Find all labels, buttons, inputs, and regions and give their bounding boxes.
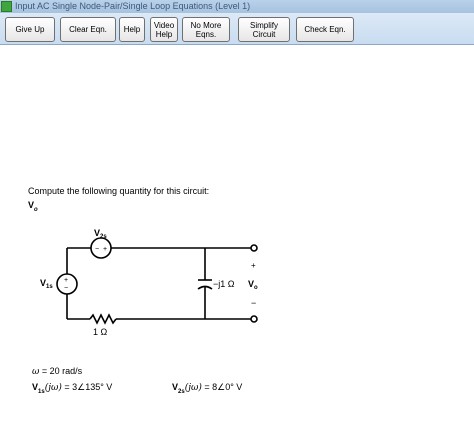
output-label: Vo — [248, 279, 258, 291]
source-2-name: V2s — [172, 382, 185, 395]
resistor-symbol — [89, 313, 117, 325]
source-2-minus-mark: − — [95, 246, 99, 253]
toolbar: Give Up Clear Eqn. Help Video Help No Mo… — [0, 13, 474, 45]
source-2-arg: (jω) — [184, 383, 202, 393]
output-plus-sign: + — [251, 261, 256, 270]
title-bar: Input AC Single Node-Pair/Single Loop Eq… — [0, 0, 474, 13]
simplify-circuit-button[interactable]: Simplify Circuit — [238, 17, 290, 42]
output-terminal-top — [250, 244, 258, 252]
omega-value-text: = 20 rad/s — [39, 366, 83, 376]
source-2-value: V2s(jω) = 8∠0° V — [172, 382, 242, 395]
capacitor-label: −j1 Ω — [213, 279, 235, 289]
source-1-label: V1s — [40, 278, 53, 290]
output-minus-sign: − — [251, 298, 256, 308]
source-2-label: V2s — [94, 228, 107, 240]
source-2-value-text: = 8∠0° V — [201, 382, 243, 392]
omega-value: ω = 20 rad/s — [32, 366, 82, 377]
source-1-value: V1s(jω) = 3∠135° V — [32, 382, 112, 395]
source-2-symbol — [90, 237, 112, 259]
give-up-button[interactable]: Give Up — [5, 17, 55, 42]
video-help-button[interactable]: Video Help — [150, 17, 178, 42]
no-more-eqns-button[interactable]: No More Eqns. — [182, 17, 230, 42]
check-eqn-button[interactable]: Check Eqn. — [296, 17, 354, 42]
source-1-value-text: = 3∠135° V — [61, 382, 113, 392]
source-1-plus-mark: + — [64, 277, 68, 284]
source-2-plus-mark: + — [103, 246, 107, 253]
source-1-arg: (jω) — [44, 383, 62, 393]
window-title: Input AC Single Node-Pair/Single Loop Eq… — [15, 1, 251, 11]
help-button[interactable]: Help — [119, 17, 145, 42]
output-terminal-bottom — [250, 315, 258, 323]
app-icon — [1, 1, 12, 12]
source-1-name: V1s — [32, 382, 45, 395]
problem-area: Compute the following quantity for this … — [0, 46, 474, 433]
resistor-label: 1 Ω — [93, 327, 108, 337]
source-1-minus-mark: − — [64, 285, 68, 292]
clear-eqn-button[interactable]: Clear Eqn. — [60, 17, 116, 42]
